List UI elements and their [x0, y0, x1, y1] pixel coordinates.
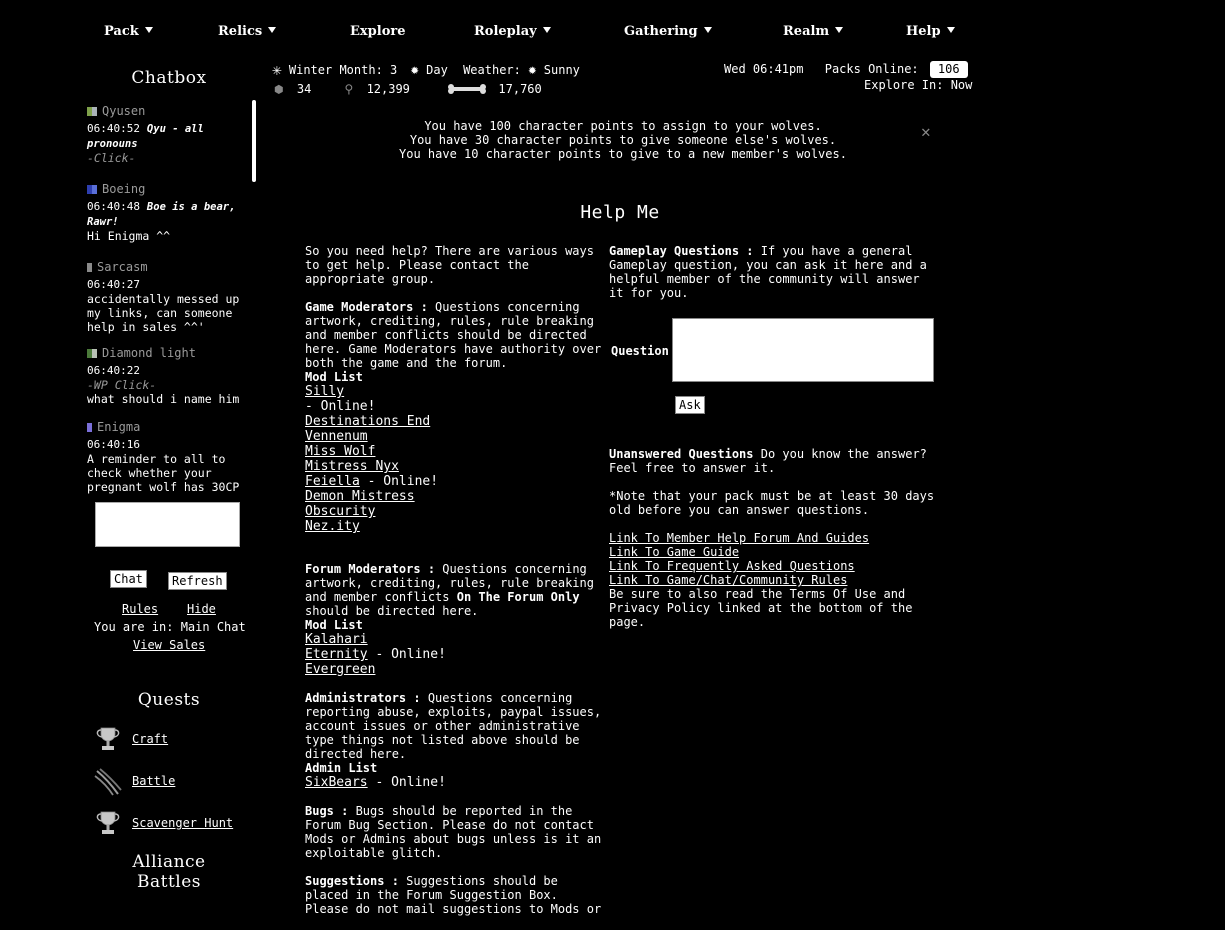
- alliance-battles-title: Alliance Battles: [132, 852, 206, 892]
- chat-input[interactable]: [95, 502, 240, 547]
- location-text: You are in: Main Chat: [94, 620, 246, 634]
- main-nav: Pack Relics Explore Roleplay Gathering R…: [0, 24, 1225, 44]
- caret-down-icon: [703, 27, 712, 33]
- question-label: Question: [611, 344, 669, 358]
- bugs-section: Bugs : Bugs should be reported in the Fo…: [305, 804, 602, 860]
- nav-explore[interactable]: Explore: [350, 24, 405, 39]
- chatbox-title: Chatbox: [131, 68, 207, 88]
- nav-pack[interactable]: Pack: [104, 24, 153, 39]
- chat-click-link[interactable]: -Click-: [87, 151, 249, 165]
- mod-link[interactable]: Destinations End: [305, 414, 605, 429]
- flag-icon: [87, 421, 92, 432]
- herb-icon: ⚲: [344, 82, 354, 96]
- mod-link[interactable]: Nez.ity: [305, 519, 605, 534]
- chat-message: Sarcasm 06:40:27 accidentally messed up …: [87, 260, 240, 334]
- quest-craft-link[interactable]: Craft: [132, 732, 168, 746]
- snowflake-icon: ✳: [272, 60, 282, 79]
- quest-battle-link[interactable]: Battle: [132, 774, 175, 788]
- chat-click-link[interactable]: -WP Click-: [87, 378, 249, 392]
- help-contacts-column: So you need help? There are various ways…: [305, 244, 605, 930]
- sun-icon: ✹: [410, 62, 419, 78]
- game-guide-link[interactable]: Link To Game Guide: [609, 545, 939, 559]
- chat-username[interactable]: Enigma: [97, 420, 140, 434]
- character-points-notices: You have 100 character points to assign …: [399, 119, 847, 161]
- chat-message: Qyusen 06:40:52 Qyu - all pronouns -Clic…: [87, 104, 249, 165]
- mod-link[interactable]: Feiella: [305, 474, 360, 489]
- flag-icon: [87, 261, 92, 272]
- nav-gathering[interactable]: Gathering: [624, 24, 712, 39]
- chat-username[interactable]: Sarcasm: [97, 260, 148, 274]
- sun-icon: ✹: [528, 62, 537, 78]
- shield-icon: ⬢: [274, 83, 284, 96]
- suggestions-section: Suggestions : Suggestions should be plac…: [305, 874, 602, 916]
- chat-scrollbar[interactable]: [252, 100, 256, 182]
- packs-online-badge: 106: [929, 61, 968, 78]
- forum-moderators-section: Forum Moderators : Questions concerning …: [305, 562, 605, 677]
- trophy-icon: [94, 810, 122, 839]
- chat-message: Boeing 06:40:48 Boe is a bear, Rawr! Hi …: [87, 182, 236, 243]
- refresh-button[interactable]: Refresh: [168, 572, 227, 590]
- caret-down-icon: [542, 27, 551, 33]
- administrators-section: Administrators : Questions concerning re…: [305, 691, 602, 790]
- explore-in-text: Explore In: Now: [864, 78, 973, 92]
- chat-message: Enigma 06:40:16 A reminder to all to che…: [87, 420, 240, 494]
- admin-link[interactable]: SixBears: [305, 775, 368, 790]
- member-help-forum-link[interactable]: Link To Member Help Forum And Guides: [609, 531, 939, 545]
- nav-relics[interactable]: Relics: [218, 24, 277, 39]
- mod-link[interactable]: Demon Mistress: [305, 489, 605, 504]
- chat-button[interactable]: Chat: [110, 570, 147, 588]
- nav-realm[interactable]: Realm: [783, 24, 844, 39]
- faq-link[interactable]: Link To Frequently Asked Questions: [609, 559, 939, 573]
- flag-icon: [87, 347, 97, 358]
- mod-link[interactable]: Mistress Nyx: [305, 459, 605, 474]
- caret-down-icon: [946, 27, 955, 33]
- game-moderators-section: Game Moderators : Questions concerning a…: [305, 300, 605, 534]
- question-textarea[interactable]: [672, 318, 934, 382]
- mod-link[interactable]: Miss Wolf: [305, 444, 605, 459]
- nav-help[interactable]: Help: [906, 24, 955, 39]
- rules-link[interactable]: Link To Game/Chat/Community Rules: [609, 573, 939, 587]
- view-sales-link[interactable]: View Sales: [133, 638, 205, 652]
- ask-button[interactable]: Ask: [675, 396, 705, 414]
- chat-log: Qyusen 06:40:52 Qyu - all pronouns -Clic…: [86, 100, 256, 504]
- quest-scavenger-hunt-link[interactable]: Scavenger Hunt: [132, 816, 233, 830]
- bone-icon: [447, 83, 487, 98]
- mod-link[interactable]: Vennenum: [305, 429, 605, 444]
- mod-link[interactable]: Kalahari: [305, 632, 605, 647]
- hide-link[interactable]: Hide: [187, 602, 216, 616]
- mod-link[interactable]: Silly: [305, 384, 605, 399]
- chat-username[interactable]: Qyusen: [102, 104, 145, 118]
- claw-icon: [94, 768, 122, 799]
- unanswered-section: Unanswered Questions Do you know the ans…: [609, 447, 939, 629]
- gameplay-section: Gameplay Questions : If you have a gener…: [609, 244, 927, 300]
- chat-message: Diamond light 06:40:22 -WP Click- what s…: [87, 346, 249, 406]
- gameplay-questions-column: Gameplay Questions : If you have a gener…: [609, 244, 939, 300]
- mod-link[interactable]: Evergreen: [305, 662, 605, 677]
- nav-roleplay[interactable]: Roleplay: [474, 24, 551, 39]
- flag-icon: [87, 183, 97, 194]
- flag-icon: [87, 105, 97, 116]
- trophy-icon: [94, 726, 122, 755]
- close-icon[interactable]: ✕: [921, 122, 931, 141]
- page-title: Help Me: [580, 202, 660, 223]
- chat-username[interactable]: Boeing: [102, 182, 145, 196]
- caret-down-icon: [144, 27, 153, 33]
- mod-link[interactable]: Eternity: [305, 647, 368, 662]
- quests-title: Quests: [137, 690, 201, 710]
- caret-down-icon: [268, 27, 277, 33]
- rules-link[interactable]: Rules: [122, 602, 158, 616]
- mod-link[interactable]: Obscurity: [305, 504, 605, 519]
- caret-down-icon: [835, 27, 844, 33]
- chat-username[interactable]: Diamond light: [102, 346, 196, 360]
